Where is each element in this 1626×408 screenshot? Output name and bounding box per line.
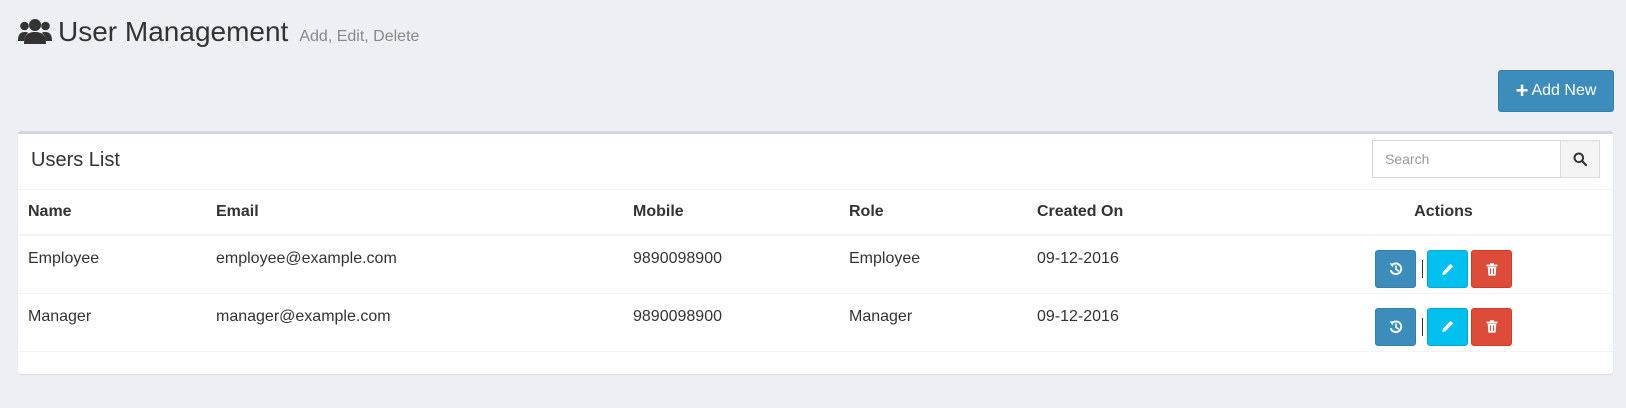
search-icon: [1573, 152, 1587, 166]
history-button[interactable]: [1375, 307, 1416, 346]
trash-icon: [1486, 320, 1497, 333]
plus-icon: +: [1515, 78, 1529, 103]
cell-mobile: 9890098900: [623, 235, 839, 294]
page-title: User Management: [58, 16, 289, 47]
cell-email: manager@example.com: [206, 293, 623, 352]
box-title: Users List: [31, 149, 120, 171]
box-header: Users List: [18, 134, 1613, 190]
column-header-name[interactable]: Name: [18, 190, 206, 236]
table-row: Manager manager@example.com 9890098900 M…: [18, 293, 1613, 352]
cell-role: Manager: [839, 293, 1027, 352]
cell-actions: [1274, 293, 1613, 352]
column-header-mobile[interactable]: Mobile: [623, 190, 839, 236]
cell-name: Employee: [18, 235, 206, 294]
pencil-icon: [1442, 263, 1454, 275]
users-icon: [18, 19, 52, 44]
column-header-created-on[interactable]: Created On: [1027, 190, 1274, 236]
action-separator: [1422, 317, 1423, 336]
table-header-row: Name Email Mobile Role Created On Action…: [18, 190, 1613, 236]
users-list-box: Users List Name Email Mobile Role Create…: [18, 131, 1613, 374]
history-button[interactable]: [1375, 250, 1416, 288]
pencil-icon: [1442, 320, 1454, 333]
page-header: User Management Add, Edit, Delete: [18, 16, 419, 48]
delete-button[interactable]: [1471, 307, 1512, 346]
history-icon: [1389, 262, 1402, 275]
edit-button[interactable]: [1427, 307, 1468, 346]
delete-button[interactable]: [1471, 250, 1512, 288]
cell-email: employee@example.com: [206, 235, 623, 294]
column-header-actions: Actions: [1274, 190, 1613, 236]
action-separator: [1422, 260, 1423, 278]
page-subtitle: Add, Edit, Delete: [299, 28, 420, 45]
search-button[interactable]: [1560, 140, 1600, 178]
users-table: Name Email Mobile Role Created On Action…: [18, 190, 1613, 352]
trash-icon: [1486, 262, 1497, 276]
add-new-button[interactable]: + Add New: [1498, 70, 1614, 112]
add-new-label: Add New: [1531, 82, 1597, 99]
cell-mobile: 9890098900: [623, 293, 839, 352]
edit-button[interactable]: [1427, 250, 1468, 288]
search-group: [1372, 140, 1600, 178]
table-row: Employee employee@example.com 9890098900…: [18, 235, 1613, 294]
cell-name: Manager: [18, 293, 206, 352]
history-icon: [1389, 320, 1402, 333]
column-header-role[interactable]: Role: [839, 190, 1027, 236]
search-input[interactable]: [1372, 140, 1560, 178]
cell-role: Employee: [839, 235, 1027, 294]
cell-created-on: 09-12-2016: [1027, 293, 1274, 352]
column-header-email[interactable]: Email: [206, 190, 623, 236]
cell-actions: [1274, 235, 1613, 294]
cell-created-on: 09-12-2016: [1027, 235, 1274, 294]
